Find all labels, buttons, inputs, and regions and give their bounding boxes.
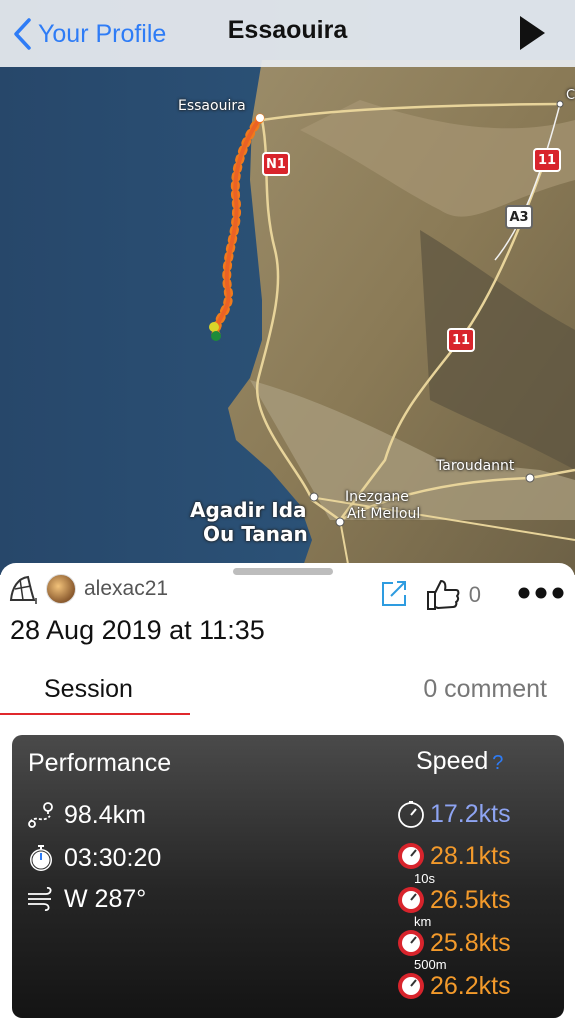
max-speed-km-icon [398,930,424,956]
speed-average: 17.2kts [396,799,511,829]
likes-count: 0 [468,582,481,607]
max-speed-icon [398,843,424,869]
road-badge-11-north: 11 [533,148,561,172]
map-label-inezgane-2: Ait Melloul [347,506,421,522]
session-sheet: alexac21 0 28 Aug 2019 at 11:35 Session … [0,563,575,1024]
avatar[interactable] [46,574,76,604]
max-speed-value: 28.1kts [430,841,511,870]
stat-duration: 03:30:20 [26,843,161,873]
map-label-agadir-1: Agadir Ida [190,498,307,522]
speed-max: 28.1kts [396,841,511,871]
user-row: alexac21 [8,573,168,605]
session-map[interactable]: Essaouira Agadir Ida Ou Tanan Inezgane A… [0,0,575,575]
wind-icon [28,887,52,911]
drag-handle[interactable] [233,568,333,575]
map-label-taroudannt: Taroudannt [436,458,515,474]
more-button[interactable] [517,585,565,606]
max-500m-value: 26.2kts [430,971,511,1000]
more-icon [518,587,564,598]
sail-icon [9,575,37,604]
speed-title: Speed? [416,747,503,776]
label-500m: 500m [414,957,447,972]
page-title: Essaouira [227,16,348,44]
username[interactable]: alexac21 [84,577,168,601]
duration-value: 03:30:20 [64,843,162,872]
road-badge-n1: N1 [262,152,290,176]
tab-comments[interactable]: 0 comment [423,675,547,704]
play-icon [520,16,545,50]
map-label-essaouira: Essaouira [178,98,246,114]
map-label-inezgane-1: Inezgane [345,489,409,505]
stopwatch-icon [30,845,52,871]
label-10s: 10s [414,871,435,886]
map-label-agadir-2: Ou Tanan [203,522,308,546]
wind-value: W 287° [64,884,147,913]
performance-title: Performance [28,749,172,777]
max-10s-value: 26.5kts [430,885,511,914]
road-badge-a3: A3 [505,205,533,229]
road-badge-11-south: 11 [447,328,475,352]
speedometer-icon [398,801,424,828]
session-date: 28 Aug 2019 at 11:35 [10,615,265,645]
max-speed-10s-icon [398,887,424,913]
tab-bar: Session 0 comment [0,663,575,717]
tab-session[interactable]: Session [44,675,133,704]
max-km-value: 25.8kts [430,928,511,957]
average-speed-value: 17.2kts [430,799,511,828]
navigation-bar: Your Profile Essaouira [0,0,575,67]
actions-row: 0 [379,577,565,613]
play-button[interactable] [517,14,547,57]
thumbs-up-icon [426,580,460,610]
help-icon[interactable]: ? [492,752,503,774]
distance-value: 98.4km [64,800,146,829]
share-icon [381,580,406,606]
satellite-map [0,0,575,575]
map-label-edge: C [566,88,575,103]
speed-max-500m: 500m 26.2kts [396,957,511,1001]
max-speed-500m-icon [398,973,424,999]
speed-max-km: km 25.8kts [396,914,511,958]
speed-max-10s: 10s 26.5kts [396,871,511,915]
share-button[interactable] [379,578,409,613]
like-button[interactable]: 0 [425,578,517,612]
label-km: km [414,914,432,929]
stat-wind: W 287° [26,884,146,914]
performance-card: Performance Speed? 98.4km 03:30:20 W 287… [12,735,564,1018]
route-icon [28,802,53,828]
speed-title-label: Speed [416,747,489,775]
active-tab-indicator [0,713,190,715]
stat-distance: 98.4km [26,800,146,830]
